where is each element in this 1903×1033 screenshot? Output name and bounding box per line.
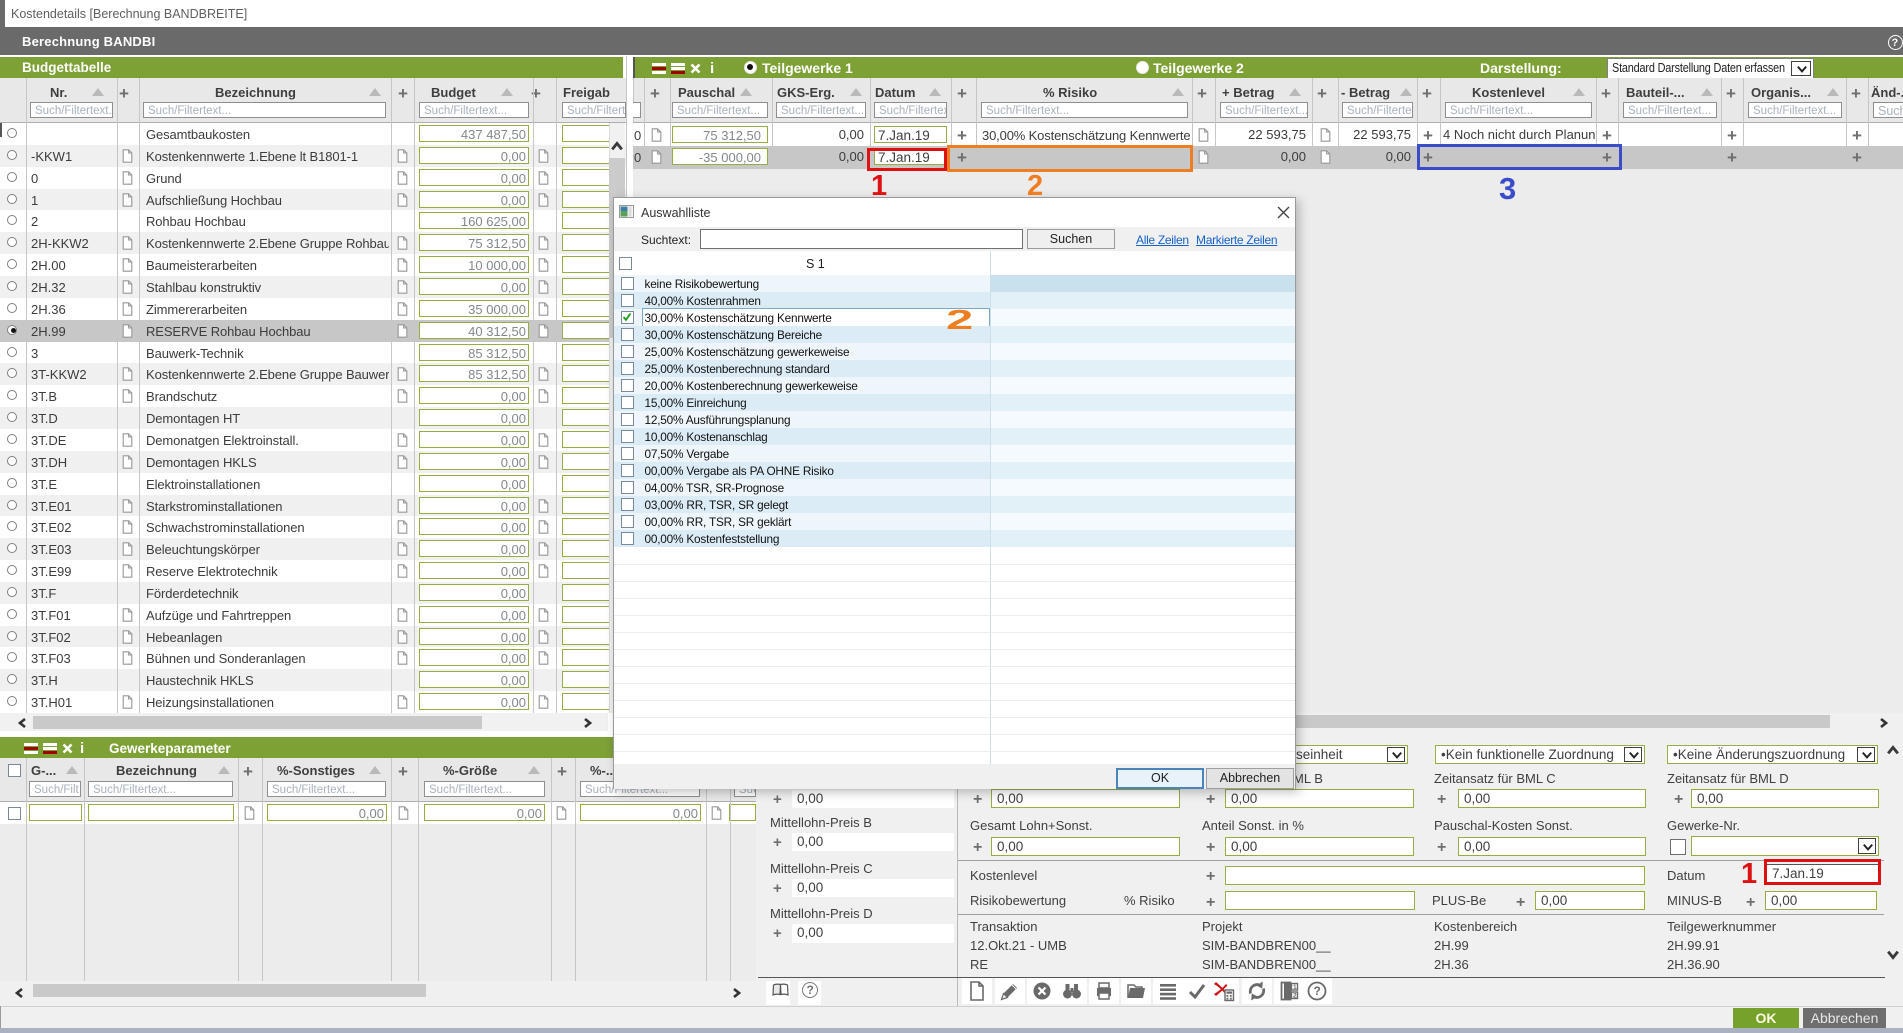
svg-text:2: 2 [1293, 993, 1297, 1000]
svg-text:?: ? [1314, 984, 1321, 998]
svg-text:1: 1 [1293, 984, 1297, 991]
